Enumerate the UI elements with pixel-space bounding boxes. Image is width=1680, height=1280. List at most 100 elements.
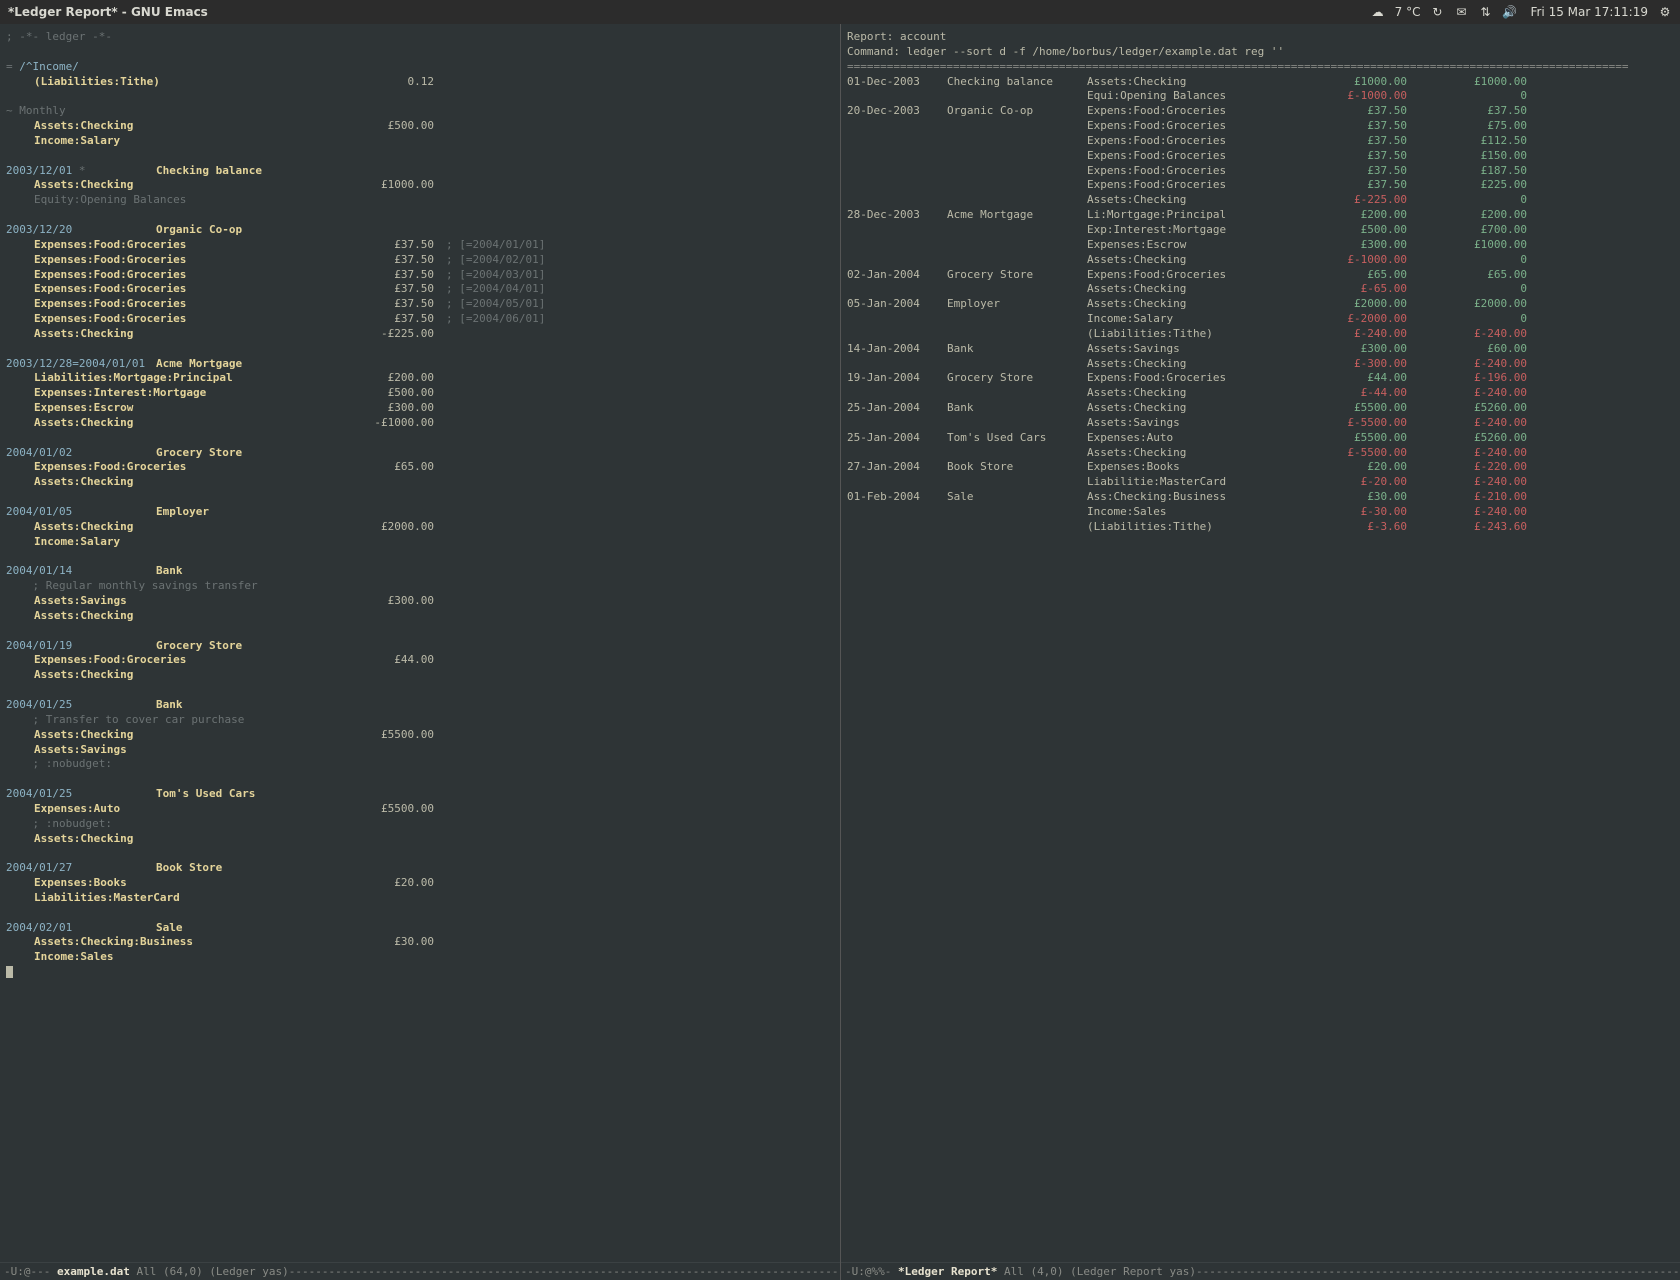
comment-line: ; -*- ledger -*- — [6, 30, 834, 45]
posting-line[interactable]: Equity:Opening Balances — [6, 193, 834, 208]
posting-line[interactable]: Expenses:Food:Groceries£37.50; [=2004/06… — [6, 312, 834, 327]
posting-line[interactable]: Assets:Checking£1000.00 — [6, 178, 834, 193]
posting-amount — [334, 832, 434, 847]
report-row[interactable]: Equi:Opening Balances£-1000.000 — [847, 89, 1674, 104]
posting-line[interactable]: Expenses:Food:Groceries£37.50; [=2004/02… — [6, 253, 834, 268]
posting-effective-date — [434, 178, 614, 193]
posting-line[interactable]: Income:Salary — [6, 535, 834, 550]
report-row[interactable]: Expenses:Escrow£300.00£1000.00 — [847, 238, 1674, 253]
transaction-header[interactable]: 2004/01/02 Grocery Store — [6, 446, 834, 461]
report-row[interactable]: Expens:Food:Groceries£37.50£75.00 — [847, 119, 1674, 134]
report-row[interactable]: 20-Dec-2003Organic Co-opExpens:Food:Groc… — [847, 104, 1674, 119]
report-row[interactable]: Exp:Interest:Mortgage£500.00£700.00 — [847, 223, 1674, 238]
report-row[interactable]: Liabilitie:MasterCard£-20.00£-240.00 — [847, 475, 1674, 490]
report-row[interactable]: Expens:Food:Groceries£37.50£112.50 — [847, 134, 1674, 149]
report-row[interactable]: 19-Jan-2004Grocery StoreExpens:Food:Groc… — [847, 371, 1674, 386]
report-row[interactable]: Assets:Checking£-1000.000 — [847, 253, 1674, 268]
report-account: Assets:Checking — [1087, 282, 1287, 297]
posting-account: Equity:Opening Balances — [34, 193, 334, 208]
posting-line[interactable]: Assets:Savings — [6, 743, 834, 758]
posting-line[interactable]: Assets:Checking — [6, 668, 834, 683]
report-row[interactable]: 05-Jan-2004EmployerAssets:Checking£2000.… — [847, 297, 1674, 312]
posting-line[interactable]: Expenses:Food:Groceries£37.50; [=2004/05… — [6, 297, 834, 312]
transaction-header[interactable]: 2004/02/01 Sale — [6, 921, 834, 936]
report-row[interactable]: Expens:Food:Groceries£37.50£187.50 — [847, 164, 1674, 179]
transaction-header[interactable]: 2004/01/19 Grocery Store — [6, 639, 834, 654]
report-row[interactable]: Income:Salary£-2000.000 — [847, 312, 1674, 327]
posting-line[interactable]: Assets:Savings£300.00 — [6, 594, 834, 609]
report-balance: £-220.00 — [1407, 460, 1527, 475]
ledger-source-buffer[interactable]: ; -*- ledger -*- = /^Income/ (Liabilitie… — [0, 24, 840, 1262]
blank-line — [6, 431, 834, 446]
report-row[interactable]: 01-Feb-2004SaleAss:Checking:Business£30.… — [847, 490, 1674, 505]
report-row[interactable]: 01-Dec-2003Checking balanceAssets:Checki… — [847, 75, 1674, 90]
posting-line[interactable]: Expenses:Auto£5500.00 — [6, 802, 834, 817]
report-row[interactable]: Assets:Checking£-300.00£-240.00 — [847, 357, 1674, 372]
blank-line — [6, 550, 834, 565]
report-row[interactable]: Assets:Checking£-5500.00£-240.00 — [847, 446, 1674, 461]
posting-line[interactable]: Assets:Checking — [6, 832, 834, 847]
transaction-header[interactable]: 2004/01/27 Book Store — [6, 861, 834, 876]
posting-line[interactable]: Assets:Checking — [6, 609, 834, 624]
report-row[interactable]: 25-Jan-2004Tom's Used CarsExpenses:Auto£… — [847, 431, 1674, 446]
report-row[interactable]: 27-Jan-2004Book StoreExpenses:Books£20.0… — [847, 460, 1674, 475]
posting-account: Expenses:Food:Groceries — [34, 653, 334, 668]
posting-line[interactable]: Assets:Checking£2000.00 — [6, 520, 834, 535]
transaction-header[interactable]: 2003/12/01 * Checking balance — [6, 164, 834, 179]
report-row[interactable]: Assets:Checking£-65.000 — [847, 282, 1674, 297]
posting-line[interactable]: Income:Salary — [6, 134, 834, 149]
ledger-report-buffer[interactable]: Report: accountCommand: ledger --sort d … — [841, 24, 1680, 1262]
transaction-header[interactable]: 2004/01/25 Tom's Used Cars — [6, 787, 834, 802]
posting-line[interactable]: Assets:Checking-£225.00 — [6, 327, 834, 342]
posting-line[interactable]: Expenses:Escrow£300.00 — [6, 401, 834, 416]
refresh-icon[interactable]: ↻ — [1430, 5, 1444, 19]
report-row[interactable]: 28-Dec-2003Acme MortgageLi:Mortgage:Prin… — [847, 208, 1674, 223]
posting-line[interactable]: Expenses:Food:Groceries£65.00 — [6, 460, 834, 475]
posting-line[interactable]: Expenses:Food:Groceries£37.50; [=2004/01… — [6, 238, 834, 253]
transaction-header[interactable]: 2003/12/28=2004/01/01 Acme Mortgage — [6, 357, 834, 372]
posting-account: Expenses:Interest:Mortgage — [34, 386, 334, 401]
report-row[interactable]: Expens:Food:Groceries£37.50£150.00 — [847, 149, 1674, 164]
posting-line[interactable]: Assets:Checking£500.00 — [6, 119, 834, 134]
volume-icon[interactable]: 🔊 — [1502, 5, 1516, 19]
posting-line[interactable]: Liabilities:Mortgage:Principal£200.00 — [6, 371, 834, 386]
posting-line[interactable]: Assets:Checking — [6, 475, 834, 490]
report-balance: £60.00 — [1407, 342, 1527, 357]
network-icon[interactable]: ⇅ — [1478, 5, 1492, 19]
report-row[interactable]: 02-Jan-2004Grocery StoreExpens:Food:Groc… — [847, 268, 1674, 283]
transaction-header[interactable]: 2004/01/14 Bank — [6, 564, 834, 579]
report-row[interactable]: 25-Jan-2004BankAssets:Checking£5500.00£5… — [847, 401, 1674, 416]
posting-effective-date: ; [=2004/02/01] — [434, 253, 614, 268]
report-row[interactable]: Assets:Savings£-5500.00£-240.00 — [847, 416, 1674, 431]
posting-line[interactable]: Assets:Checking:Business£30.00 — [6, 935, 834, 950]
posting-line[interactable]: Expenses:Food:Groceries£37.50; [=2004/03… — [6, 268, 834, 283]
posting-line[interactable]: Income:Sales — [6, 950, 834, 965]
report-row[interactable]: Assets:Checking£-225.000 — [847, 193, 1674, 208]
posting-line[interactable]: Expenses:Books£20.00 — [6, 876, 834, 891]
posting-line[interactable]: Liabilities:MasterCard — [6, 891, 834, 906]
report-row[interactable]: Income:Sales£-30.00£-240.00 — [847, 505, 1674, 520]
report-amount: £-300.00 — [1287, 357, 1407, 372]
posting-line[interactable]: Expenses:Food:Groceries£44.00 — [6, 653, 834, 668]
report-row[interactable]: (Liabilities:Tithe)£-240.00£-240.00 — [847, 327, 1674, 342]
posting-line[interactable]: Assets:Checking-£1000.00 — [6, 416, 834, 431]
report-row[interactable]: (Liabilities:Tithe)£-3.60£-243.60 — [847, 520, 1674, 535]
right-pane[interactable]: Report: accountCommand: ledger --sort d … — [840, 24, 1680, 1280]
posting-line[interactable]: Assets:Checking£5500.00 — [6, 728, 834, 743]
report-row[interactable]: Expens:Food:Groceries£37.50£225.00 — [847, 178, 1674, 193]
report-account: Expens:Food:Groceries — [1087, 371, 1287, 386]
settings-gear-icon[interactable]: ⚙ — [1658, 5, 1672, 19]
report-row[interactable]: 14-Jan-2004BankAssets:Savings£300.00£60.… — [847, 342, 1674, 357]
transaction-header[interactable]: 2004/01/05 Employer — [6, 505, 834, 520]
report-row[interactable]: Assets:Checking£-44.00£-240.00 — [847, 386, 1674, 401]
posting-line[interactable]: Expenses:Interest:Mortgage£500.00 — [6, 386, 834, 401]
posting-line[interactable]: Expenses:Food:Groceries£37.50; [=2004/04… — [6, 282, 834, 297]
transaction-header[interactable]: 2004/01/25 Bank — [6, 698, 834, 713]
report-balance: £5260.00 — [1407, 431, 1527, 446]
report-date — [847, 282, 947, 297]
transaction-header[interactable]: 2003/12/20 Organic Co-op — [6, 223, 834, 238]
mail-icon[interactable]: ✉ — [1454, 5, 1468, 19]
posting-line[interactable]: (Liabilities:Tithe)0.12 — [6, 75, 834, 90]
report-account: Expens:Food:Groceries — [1087, 104, 1287, 119]
left-pane[interactable]: ; -*- ledger -*- = /^Income/ (Liabilitie… — [0, 24, 840, 1280]
